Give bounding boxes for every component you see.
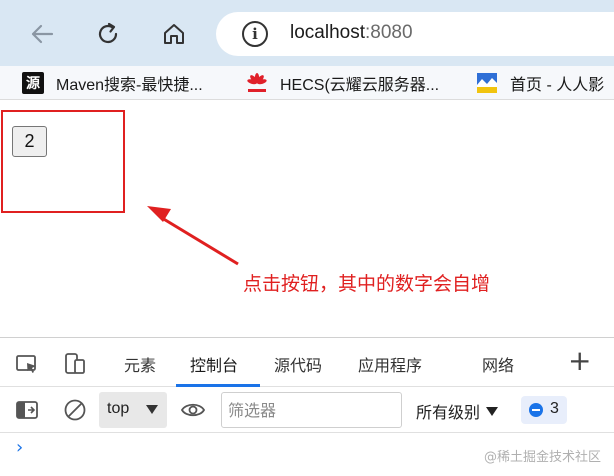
refresh-button[interactable] xyxy=(88,14,128,54)
bookmark-label: HECS(云耀云服务器... xyxy=(280,77,440,94)
bookmark-hecs[interactable]: HECS(云耀云服务器... xyxy=(246,71,439,95)
bookmark-label: Maven搜索-最快捷... xyxy=(56,77,203,94)
chevron-down-icon xyxy=(146,405,158,414)
context-selector[interactable]: top xyxy=(99,392,167,428)
device-emulation-icon[interactable] xyxy=(62,351,88,377)
bookmark-renren[interactable]: 首页 - 人人影 xyxy=(476,71,604,95)
url-host: localhost xyxy=(290,22,365,43)
renren-favicon-icon xyxy=(476,72,498,94)
huawei-favicon-icon xyxy=(246,72,268,94)
issues-count: 3 xyxy=(550,400,559,417)
issues-badge[interactable]: 3 xyxy=(521,396,567,424)
log-level-selector[interactable]: 所有级别 xyxy=(416,399,499,423)
inspect-element-icon[interactable] xyxy=(14,351,40,377)
console-toolbar: top 所有级别 3 xyxy=(0,387,614,433)
address-url[interactable]: localhost:8080 xyxy=(290,20,413,46)
sidebar-toggle-icon[interactable] xyxy=(14,397,40,423)
console-prompt-icon[interactable]: › xyxy=(16,439,23,457)
home-button[interactable] xyxy=(154,14,194,54)
home-icon xyxy=(164,24,184,44)
address-bar[interactable]: i localhost:8080 xyxy=(216,12,614,56)
tab-console[interactable]: 控制台 xyxy=(190,352,238,376)
tab-network[interactable]: 网络 xyxy=(482,352,514,376)
back-icon xyxy=(31,24,54,44)
log-level-label: 所有级别 xyxy=(416,403,481,422)
caret-down-icon xyxy=(486,407,499,416)
annotation-arrow-icon xyxy=(147,206,239,266)
bookmark-maven[interactable]: 源 Maven搜索-最快捷... xyxy=(22,71,203,95)
bookmarks-bar: 源 Maven搜索-最快捷... HECS(云耀云服务器... 首页 - 人人影 xyxy=(0,66,614,100)
devtools-tab-strip: 元素 控制台 源代码 应用程序 网络 + xyxy=(0,338,614,387)
clear-console-icon[interactable] xyxy=(62,397,88,423)
back-button[interactable] xyxy=(22,14,62,54)
add-tab-button[interactable]: + xyxy=(568,347,591,375)
watermark: @稀土掘金技术社区 xyxy=(484,450,602,465)
site-info-icon[interactable]: i xyxy=(242,21,268,47)
url-port: :8080 xyxy=(365,22,413,43)
maven-favicon-icon: 源 xyxy=(22,72,44,94)
message-icon xyxy=(529,403,543,417)
tab-application[interactable]: 应用程序 xyxy=(358,352,422,376)
live-expression-eye-icon[interactable] xyxy=(180,397,206,423)
console-filter-input[interactable] xyxy=(221,392,402,428)
tab-sources[interactable]: 源代码 xyxy=(274,352,322,376)
annotation-text: 点击按钮，其中的数字会自增 xyxy=(243,273,491,295)
context-label: top xyxy=(107,400,130,417)
refresh-icon xyxy=(98,22,118,44)
page-viewport: 2 点击按钮，其中的数字会自增 xyxy=(0,101,614,337)
bookmark-label: 首页 - 人人影 xyxy=(510,77,605,94)
tab-elements[interactable]: 元素 xyxy=(124,352,156,376)
browser-toolbar: i localhost:8080 xyxy=(0,0,614,66)
